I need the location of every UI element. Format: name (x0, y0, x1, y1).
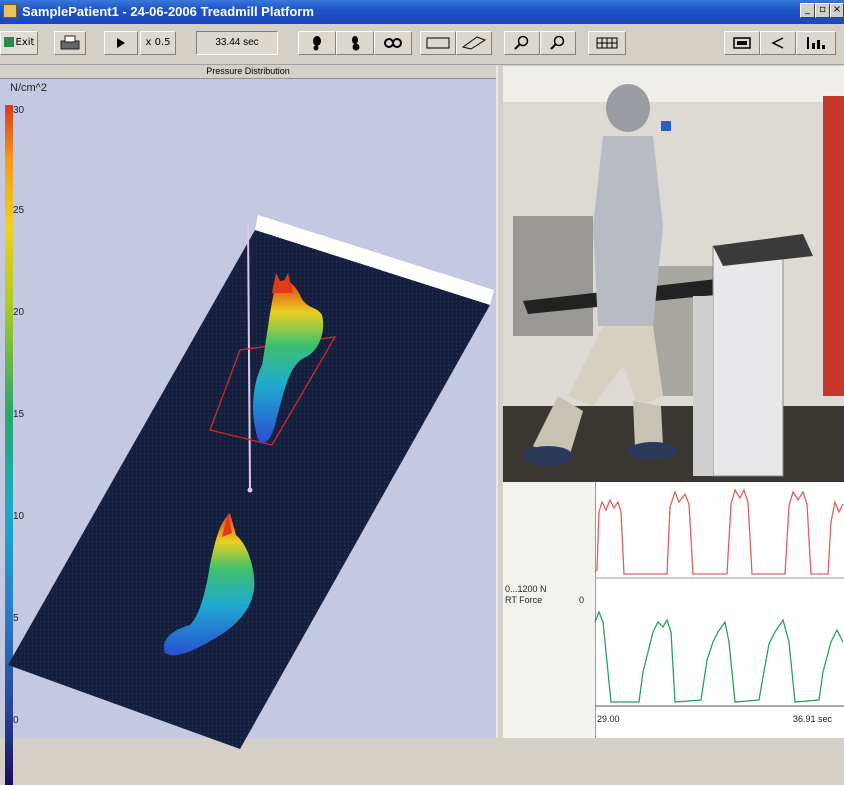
both-feet-button[interactable] (374, 31, 412, 55)
left-foot-icon (313, 36, 321, 51)
parallelogram-icon (461, 36, 487, 50)
force-traces[interactable] (503, 482, 844, 738)
zoom-in-button[interactable] (504, 31, 540, 55)
exit-label: Exit (15, 37, 35, 48)
toolbar: Exit x 0.5 33.44 sec (0, 24, 844, 65)
scale-tick-30: 30 (13, 105, 25, 116)
exit-button[interactable]: Exit (0, 31, 38, 55)
left-foot-button[interactable] (298, 31, 336, 55)
right-foot-button[interactable] (336, 31, 374, 55)
grid-icon (596, 37, 618, 49)
pressure-3d-plot[interactable] (0, 145, 496, 765)
minimize-button[interactable]: _ (800, 3, 815, 18)
marker-handle[interactable] (247, 487, 253, 493)
right-foot-icon (352, 36, 360, 51)
zoom-out-button[interactable] (540, 31, 576, 55)
subject-video (503, 66, 844, 482)
close-button[interactable]: × (830, 3, 844, 18)
window-title: SamplePatient1 - 24-06-2006 Treadmill Pl… (22, 4, 314, 19)
print-button[interactable] (54, 31, 86, 55)
zoom-out-icon (550, 35, 565, 50)
printer-icon (60, 35, 80, 50)
bar-chart-button[interactable] (796, 31, 836, 55)
play-button[interactable] (104, 31, 138, 55)
rectangle-icon (426, 37, 450, 49)
fit-view-button[interactable] (724, 31, 760, 55)
restore-button[interactable]: ▫ (815, 3, 830, 18)
title-bar: SamplePatient1 - 24-06-2006 Treadmill Pl… (0, 0, 844, 24)
force-trace-bottom (594, 610, 844, 703)
play-icon (117, 38, 125, 48)
time-display: 33.44 sec (196, 31, 278, 55)
speed-button[interactable]: x 0.5 (140, 31, 176, 55)
treadmill-photo (503, 66, 844, 482)
perspective-view-button[interactable] (456, 31, 492, 55)
fit-view-icon (733, 37, 751, 49)
unit-label: N/cm^2 (10, 82, 47, 94)
angle-button[interactable] (760, 31, 796, 55)
grid-button[interactable] (588, 31, 626, 55)
force-trace-top (594, 488, 844, 575)
angle-icon (771, 37, 784, 49)
force-chart: 0...1200 N RT Force 0 29.00 36.91 sec (503, 482, 844, 738)
rectangle-view-button[interactable] (420, 31, 456, 55)
both-feet-icon (384, 38, 402, 48)
pressure-distribution-pane: Pressure Distribution N/cm^2 30 25 20 15… (0, 65, 498, 785)
pane-title: Pressure Distribution (0, 65, 496, 79)
zoom-in-icon (514, 35, 529, 50)
exit-icon (3, 37, 14, 47)
app-icon (3, 4, 17, 18)
bar-chart-icon (807, 37, 825, 49)
